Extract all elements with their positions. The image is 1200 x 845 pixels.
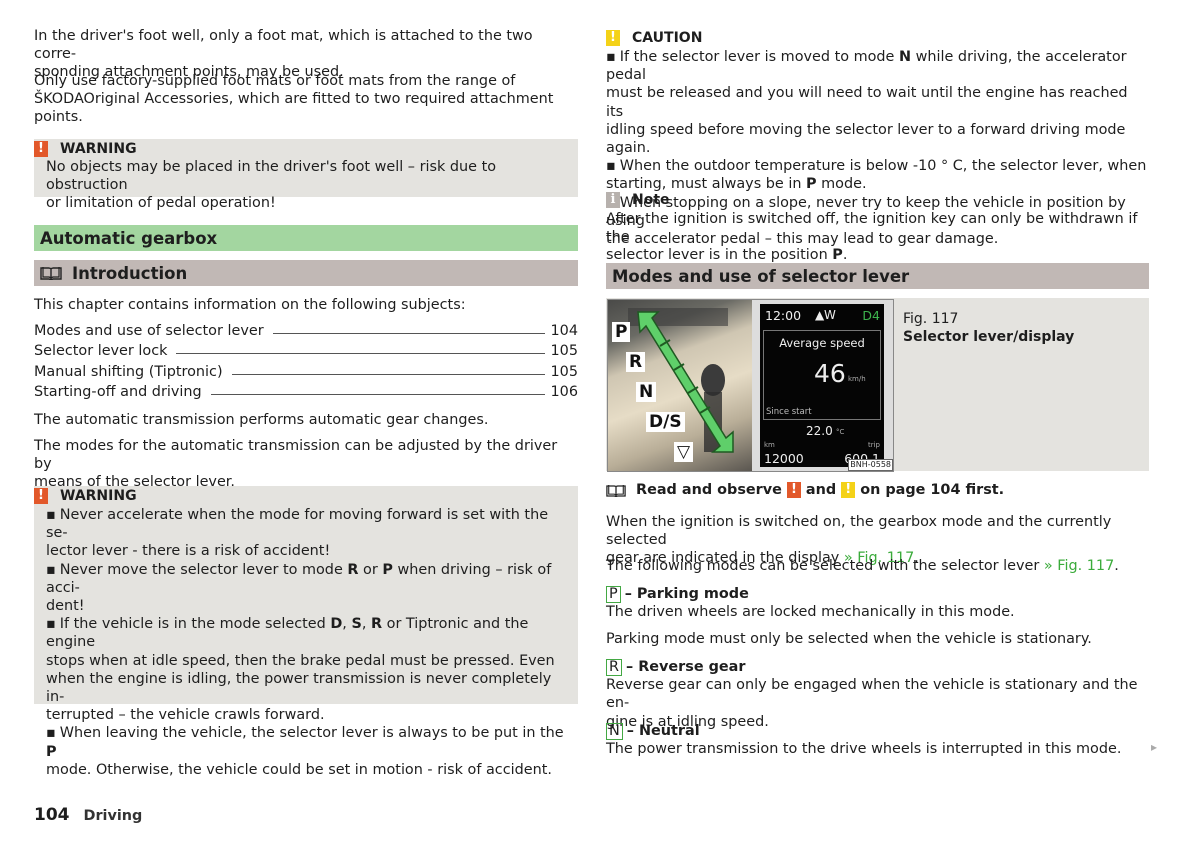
display-km-label: km: [764, 441, 775, 449]
caution-icon: !: [606, 30, 620, 46]
accessories-paragraph: Only use factory-supplied foot mats or f…: [34, 73, 554, 126]
table-of-contents: Modes and use of selector lever 104 Selec…: [34, 319, 578, 400]
info-icon: i: [606, 192, 620, 208]
continue-arrow-icon: ▸: [1151, 740, 1158, 754]
mode-key-n: N: [606, 723, 623, 740]
figure-number: Fig. 117: [903, 311, 959, 327]
warning-heading: ! WARNING: [34, 486, 566, 506]
toc-page: 105: [550, 343, 578, 360]
display-since: Since start: [766, 407, 812, 417]
display-unit: km/h: [848, 375, 866, 383]
page-footer: 104 Driving: [34, 805, 142, 825]
display-panel: Average speed 46 km/h Since start: [763, 330, 881, 420]
display-time: 12:00: [765, 308, 802, 323]
warning-icon[interactable]: !: [786, 482, 801, 499]
mode-reverse: R – Reverse gear Reverse gear can only be…: [606, 659, 1138, 730]
display-trip-label: trip: [867, 441, 880, 449]
book-icon: [606, 484, 626, 497]
section-heading-modes: Modes and use of selector lever: [606, 263, 1149, 289]
toc-item[interactable]: Manual shifting (Tiptronic) 105: [34, 359, 578, 380]
toc-page: 105: [550, 363, 578, 380]
caution-icon[interactable]: !: [841, 482, 856, 499]
note-text: After the ignition is switched off, the …: [606, 211, 1138, 264]
warning-text: Never accelerate when the mode for movin…: [46, 506, 566, 779]
modes-paragraph: The modes for the automatic transmission…: [34, 438, 558, 491]
gear-label-r: R: [626, 352, 646, 372]
display-odometer: 12000: [764, 451, 804, 466]
figure-caption: Fig. 117 Selector lever/display: [903, 310, 1074, 346]
instrument-display: 12:00 ▲ W D4 Average speed 46 km/h Since…: [760, 304, 884, 467]
toc-page: 104: [550, 323, 578, 340]
figure-117: P R N D/S ▽ 12:00 ▲ W D4 Average speed 4…: [606, 298, 1149, 472]
warning-heading: ! WARNING: [34, 139, 566, 158]
figure-code: BNH-0558: [848, 459, 893, 471]
page-number: 104: [34, 805, 70, 825]
warning-text: No objects may be placed in the driver's…: [46, 159, 497, 212]
selector-lever-photo: P R N D/S ▽: [608, 300, 752, 471]
mode-key-p: P: [606, 586, 621, 603]
toc-intro: This chapter contains information on the…: [34, 297, 466, 313]
mode-parking: P – Parking mode The driven wheels are lo…: [606, 586, 1015, 621]
gear-label-p: P: [612, 322, 631, 342]
transmission-paragraph: The automatic transmission performs auto…: [34, 412, 489, 428]
section-heading-automatic-gearbox: Automatic gearbox: [34, 225, 578, 251]
figure-image: P R N D/S ▽ 12:00 ▲ W D4 Average speed 4…: [607, 299, 894, 472]
warning-icon: !: [34, 488, 48, 504]
modes-intro-paragraph: The following modes can be selected with…: [606, 558, 1119, 574]
toc-item[interactable]: Starting-off and driving 106: [34, 380, 578, 400]
display-gear: D4: [862, 308, 880, 323]
display-value: 46: [814, 359, 846, 388]
warning-box-gearbox: ! WARNING Never accelerate when the mode…: [34, 486, 578, 778]
warning-icon: !: [34, 140, 48, 157]
toc-page: 106: [550, 383, 578, 400]
display-temp-unit: °C: [836, 428, 845, 436]
read-observe-note: Read and observe ! and ! on page 104 fir…: [606, 481, 1149, 499]
note-box: i Note After the ignition is switched of…: [606, 190, 1149, 265]
toc-item[interactable]: Modes and use of selector lever 104: [34, 319, 578, 339]
warning-box-foot-well: ! WARNING No objects may be placed in th…: [34, 139, 578, 211]
display-compass: W: [824, 308, 836, 322]
fig-117-link[interactable]: » Fig. 117: [1044, 558, 1114, 574]
gear-label-n: N: [636, 382, 657, 402]
caution-heading: ! CAUTION: [606, 28, 1149, 48]
mode-neutral: N – Neutral The power transmission to the…: [606, 723, 1122, 758]
compass-icon: ▲: [815, 308, 825, 322]
note-heading: i Note: [606, 190, 1149, 210]
mode-key-r: R: [606, 659, 622, 676]
figure-title: Selector lever/display: [903, 329, 1075, 345]
toc-item[interactable]: Selector lever lock 105: [34, 339, 578, 359]
subsection-heading-introduction: Introduction: [34, 260, 578, 286]
gear-label-down: ▽: [674, 442, 694, 462]
gear-label-ds: D/S: [646, 412, 685, 432]
display-title: Average speed: [779, 336, 865, 350]
parking-note: Parking mode must only be selected when …: [606, 631, 1092, 647]
book-icon: [40, 266, 62, 280]
display-temp: 22.0: [806, 424, 833, 438]
chapter-name: Driving: [83, 808, 143, 824]
